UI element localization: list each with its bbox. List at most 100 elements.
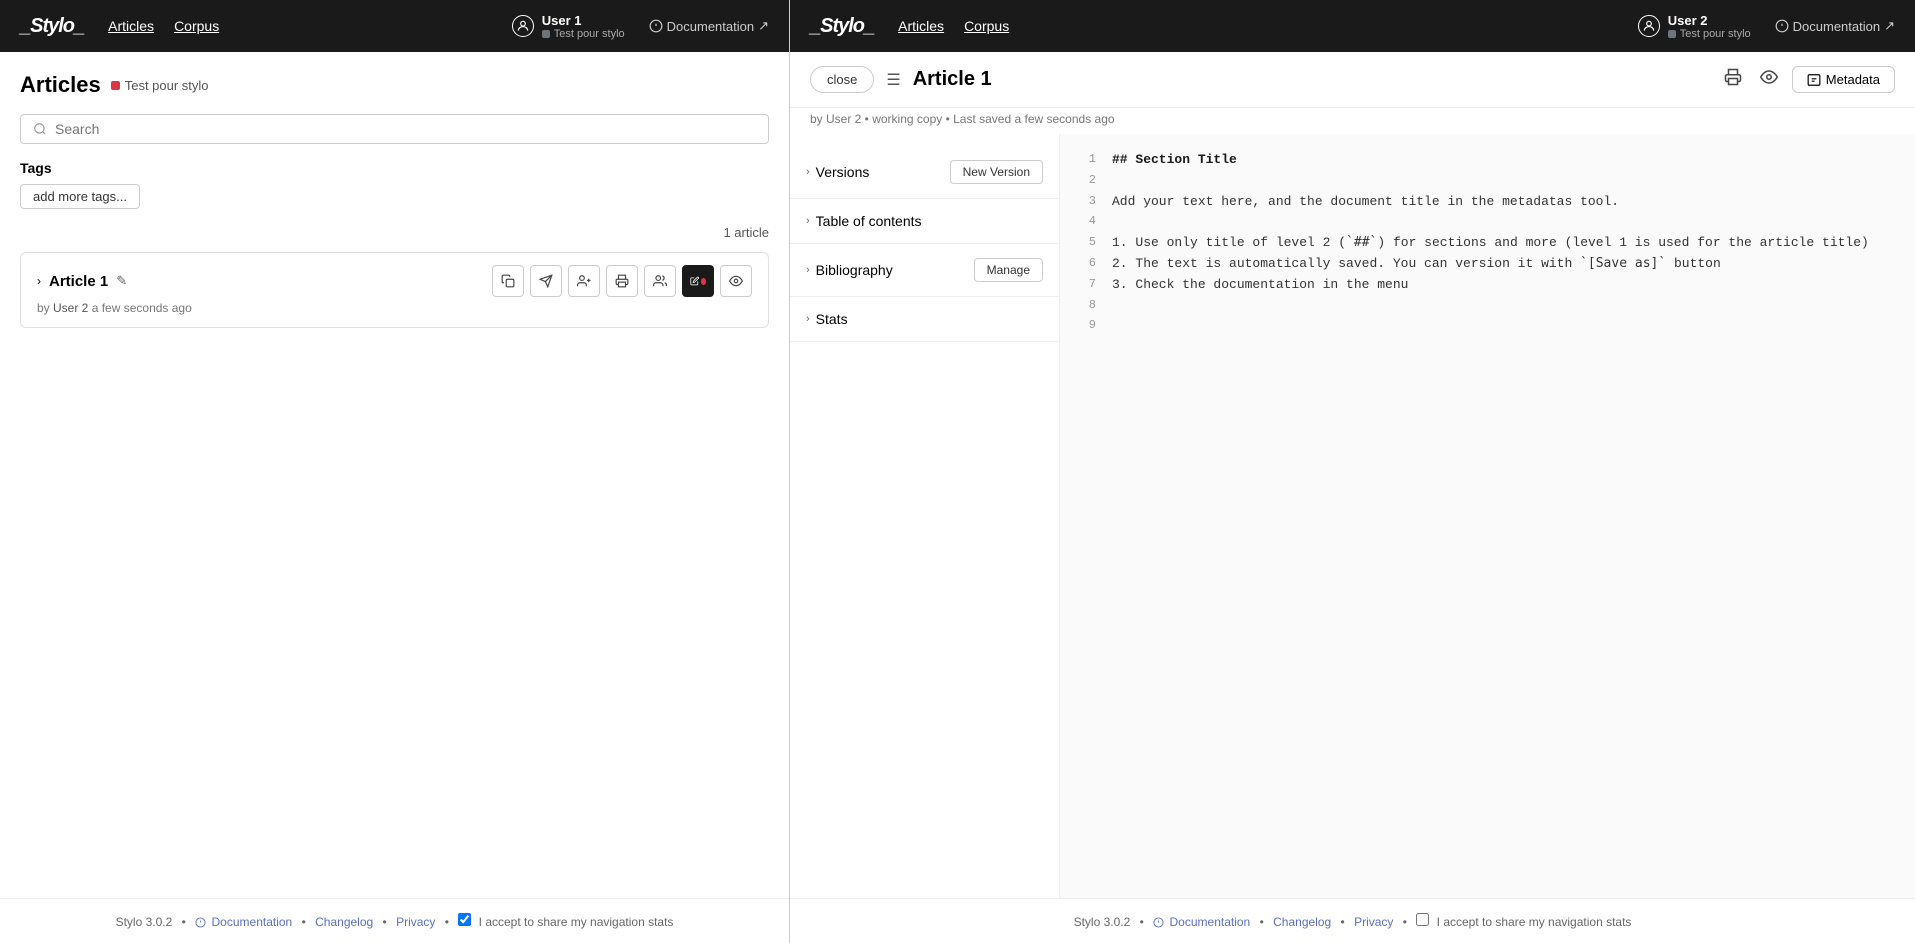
left-footer-doc-link[interactable]: Documentation bbox=[195, 915, 295, 929]
line-content-2 bbox=[1112, 171, 1120, 192]
toc-chevron: › bbox=[806, 215, 810, 227]
right-panel: _Stylo_ Articles Corpus User 2 Test pour… bbox=[790, 0, 1915, 943]
left-user-info: User 1 Test pour stylo bbox=[512, 13, 625, 40]
editor-header: close ☰ Article 1 Metadata bbox=[790, 52, 1915, 108]
article-inline-edit-icon[interactable]: ✎ bbox=[116, 273, 127, 289]
stats-section-header[interactable]: › Stats bbox=[806, 305, 1043, 333]
right-user-icon bbox=[1638, 15, 1660, 37]
right-user-info: User 2 Test pour stylo bbox=[1638, 13, 1751, 40]
corpus-badge: Test pour stylo bbox=[111, 78, 209, 93]
right-footer-changelog-link[interactable]: Changelog bbox=[1273, 915, 1331, 929]
left-username: User 1 bbox=[542, 13, 625, 28]
right-documentation-link[interactable]: Documentation ↗ bbox=[1775, 18, 1895, 34]
search-input[interactable] bbox=[55, 121, 756, 137]
versions-chevron: › bbox=[806, 166, 810, 178]
left-nav-corpus[interactable]: Corpus bbox=[174, 18, 219, 34]
code-line-4: 4 bbox=[1080, 212, 1895, 233]
article-count: 1 article bbox=[20, 225, 769, 240]
article-copy-button[interactable] bbox=[492, 265, 524, 297]
code-line-6: 6 2. The text is automatically saved. Yo… bbox=[1080, 254, 1895, 275]
right-footer-doc-link[interactable]: Documentation bbox=[1153, 915, 1253, 929]
manage-bibliography-button[interactable]: Manage bbox=[974, 258, 1043, 282]
search-icon bbox=[33, 122, 47, 136]
metadata-button[interactable]: Metadata bbox=[1792, 66, 1895, 93]
left-corpus-name: Test pour stylo bbox=[542, 28, 625, 40]
right-footer-privacy-link[interactable]: Privacy bbox=[1354, 915, 1393, 929]
right-nav: Articles Corpus bbox=[898, 18, 1009, 34]
versions-section-title: › Versions bbox=[806, 164, 869, 180]
line-num-6: 6 bbox=[1080, 254, 1096, 275]
page-title: Articles Test pour stylo bbox=[20, 72, 769, 98]
right-nav-articles[interactable]: Articles bbox=[898, 18, 944, 34]
line-content-3: Add your text here, and the document tit… bbox=[1112, 192, 1619, 213]
code-line-5: 5 1. Use only title of level 2 (`##`) fo… bbox=[1080, 233, 1895, 254]
edit-active-dot bbox=[701, 278, 706, 285]
editor-preview-button[interactable] bbox=[1756, 64, 1782, 95]
line-content-4 bbox=[1112, 212, 1120, 233]
article-author: User 2 bbox=[53, 301, 88, 315]
add-tags-button[interactable]: add more tags... bbox=[20, 184, 140, 209]
hamburger-icon[interactable]: ☰ bbox=[886, 70, 900, 90]
article-name: Article 1 bbox=[49, 273, 108, 290]
left-navbar: _Stylo_ Articles Corpus User 1 Test pour… bbox=[0, 0, 789, 52]
stats-section-title: › Stats bbox=[806, 311, 848, 327]
bibliography-section-title: › Bibliography bbox=[806, 262, 893, 278]
line-num-7: 7 bbox=[1080, 275, 1096, 296]
line-content-8 bbox=[1112, 296, 1120, 317]
article-actions bbox=[492, 265, 752, 297]
versions-section-header[interactable]: › Versions New Version bbox=[806, 154, 1043, 190]
bibliography-section-header[interactable]: › Bibliography Manage bbox=[806, 252, 1043, 288]
right-corpus-name: Test pour stylo bbox=[1668, 28, 1751, 40]
code-line-8: 8 bbox=[1080, 296, 1895, 317]
right-doc-label: Documentation bbox=[1793, 19, 1880, 34]
sidebar-section-stats: › Stats bbox=[790, 297, 1059, 342]
right-stats-checkbox[interactable] bbox=[1416, 913, 1429, 926]
page-title-text: Articles bbox=[20, 72, 101, 98]
left-doc-arrow: ↗ bbox=[758, 18, 769, 34]
left-footer-privacy-link[interactable]: Privacy bbox=[396, 915, 435, 929]
left-documentation-link[interactable]: Documentation ↗ bbox=[649, 18, 769, 34]
code-line-2: 2 bbox=[1080, 171, 1895, 192]
article-edit-button[interactable] bbox=[682, 265, 714, 297]
line-num-5: 5 bbox=[1080, 233, 1096, 254]
article-share-button[interactable] bbox=[644, 265, 676, 297]
close-button[interactable]: close bbox=[810, 66, 874, 93]
left-doc-label: Documentation bbox=[667, 19, 754, 34]
line-content-9 bbox=[1112, 316, 1120, 337]
article-subtitle: by User 2 • working copy • Last saved a … bbox=[790, 108, 1915, 134]
right-nav-corpus[interactable]: Corpus bbox=[964, 18, 1009, 34]
tags-section: Tags add more tags... bbox=[20, 160, 769, 209]
article-send-button[interactable] bbox=[530, 265, 562, 297]
left-footer: Stylo 3.0.2 • Documentation • Changelog … bbox=[0, 898, 789, 943]
code-editor[interactable]: 1 ## Section Title 2 3 Add your text her… bbox=[1080, 150, 1895, 337]
left-nav: Articles Corpus bbox=[108, 18, 219, 34]
toc-section-header[interactable]: › Table of contents bbox=[806, 207, 1043, 235]
editor-main: 1 ## Section Title 2 3 Add your text her… bbox=[1060, 134, 1915, 898]
article-title-row: › Article 1 ✎ bbox=[37, 273, 127, 290]
line-num-4: 4 bbox=[1080, 212, 1096, 233]
article-editor-title: Article 1 bbox=[913, 68, 1708, 91]
article-preview-button[interactable] bbox=[720, 265, 752, 297]
new-version-button[interactable]: New Version bbox=[950, 160, 1043, 184]
bibliography-chevron: › bbox=[806, 264, 810, 276]
article-add-collaborator-button[interactable] bbox=[568, 265, 600, 297]
left-stats-checkbox[interactable] bbox=[458, 913, 471, 926]
right-brand: _Stylo_ bbox=[810, 15, 874, 38]
right-version: Stylo 3.0.2 bbox=[1074, 915, 1131, 929]
left-footer-changelog-link[interactable]: Changelog bbox=[315, 915, 373, 929]
left-nav-articles[interactable]: Articles bbox=[108, 18, 154, 34]
editor-print-button[interactable] bbox=[1720, 64, 1746, 95]
code-line-1: 1 ## Section Title bbox=[1080, 150, 1895, 171]
search-bar bbox=[20, 114, 769, 144]
code-line-9: 9 bbox=[1080, 316, 1895, 337]
toc-section-title: › Table of contents bbox=[806, 213, 922, 229]
right-user-details: User 2 Test pour stylo bbox=[1668, 13, 1751, 40]
code-line-3: 3 Add your text here, and the document t… bbox=[1080, 192, 1895, 213]
article-expand-chevron[interactable]: › bbox=[37, 274, 41, 288]
left-stats-label: I accept to share my navigation stats bbox=[479, 915, 674, 929]
line-content-7: 3. Check the documentation in the menu bbox=[1112, 275, 1408, 296]
editor-header-actions: Metadata bbox=[1720, 64, 1895, 95]
metadata-icon bbox=[1807, 73, 1821, 87]
article-print-button[interactable] bbox=[606, 265, 638, 297]
article-item: › Article 1 ✎ bbox=[20, 252, 769, 328]
